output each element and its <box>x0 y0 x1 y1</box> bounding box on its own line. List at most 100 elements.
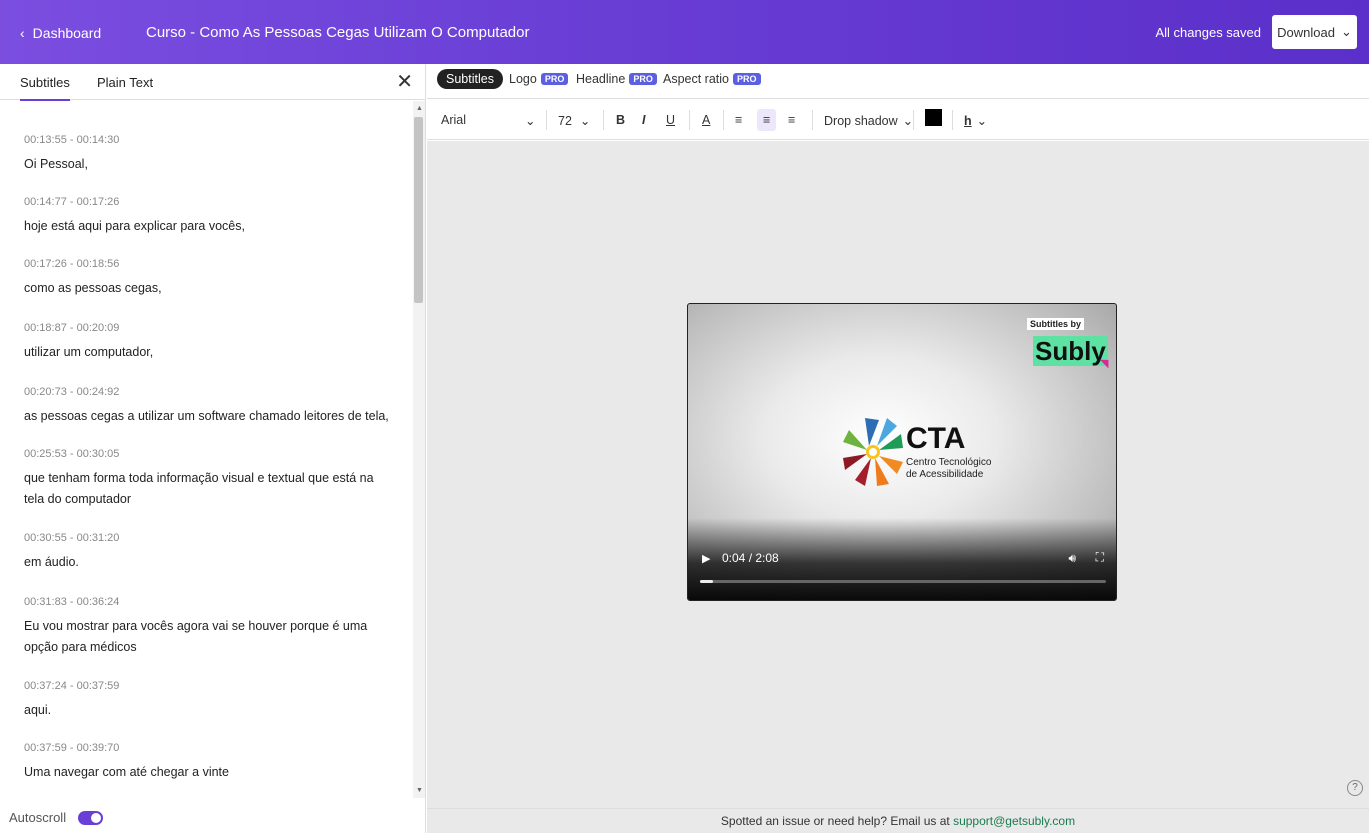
subtitle-time[interactable]: 00:25:53 - 00:30:05 <box>24 448 394 460</box>
autoscroll-toggle[interactable] <box>78 810 104 825</box>
support-email-link[interactable]: support@getsubly.com <box>953 814 1075 828</box>
subtitle-item[interactable]: 00:20:73 - 00:24:92 as pessoas cegas a u… <box>24 386 394 427</box>
subtitle-item[interactable]: 00:37:24 - 00:37:59 aqui. <box>24 680 394 721</box>
back-to-dashboard-button[interactable]: ‹ Dashboard <box>20 23 101 43</box>
subtitle-time[interactable]: 00:18:87 - 00:20:09 <box>24 322 394 334</box>
tab-headline[interactable]: Headline PRO <box>576 72 657 86</box>
subtitle-item[interactable]: 00:13:55 - 00:14:30 Oi Pessoal, <box>24 134 394 175</box>
cta-subtitle-line: Centro Tecnológico <box>906 457 992 468</box>
video-progress-fill <box>700 580 713 583</box>
subtitle-time[interactable]: 00:17:26 - 00:18:56 <box>24 258 394 270</box>
subtitle-item[interactable]: 00:17:26 - 00:18:56 como as pessoas cega… <box>24 258 394 299</box>
align-center-icon[interactable]: ≡ <box>757 109 777 131</box>
subtitle-time[interactable]: 00:31:83 - 00:36:24 <box>24 596 394 608</box>
panel-tabs: Subtitles Plain Text ✕ <box>0 64 425 101</box>
drop-shadow-select[interactable]: Drop shadow ⌄ <box>824 113 913 129</box>
tab-subtitles[interactable]: Subtitles <box>20 75 70 101</box>
autoscroll-label: Autoscroll <box>9 810 67 825</box>
bold-icon[interactable]: B <box>616 113 625 127</box>
cta-logo-icon <box>843 418 903 486</box>
cta-subtitle: Centro Tecnológico de Acessibilidade <box>906 457 991 481</box>
subtitle-text[interactable]: em áudio. <box>24 552 394 573</box>
scroll-up-icon[interactable]: ▲ <box>416 105 423 112</box>
subtitle-text[interactable]: as pessoas cegas a utilizar um software … <box>24 406 394 427</box>
font-select[interactable]: Arial <box>441 113 466 127</box>
chevron-down-icon: ⌄ <box>579 114 591 128</box>
subtitle-item[interactable]: 00:14:77 - 00:17:26 hoje está aqui para … <box>24 196 394 237</box>
video-time: 0:04 / 2:08 <box>722 551 779 565</box>
video-progress-bar[interactable] <box>700 580 1106 583</box>
subtitle-time[interactable]: 00:37:59 - 00:39:70 <box>24 742 394 754</box>
divider <box>546 110 547 130</box>
subtitle-panel: Subtitles Plain Text ✕ 00:13:55 - 00:14:… <box>0 64 426 833</box>
color-swatch[interactable] <box>925 109 942 126</box>
subtitle-time[interactable]: 00:37:24 - 00:37:59 <box>24 680 394 692</box>
background-style-select[interactable]: h ⌄ <box>964 113 988 129</box>
subtitle-text[interactable]: como as pessoas cegas, <box>24 278 394 299</box>
align-left-icon[interactable]: ≡ <box>735 113 742 127</box>
tab-label: Aspect ratio <box>663 72 730 86</box>
subtitle-text[interactable]: Uma navegar com até chegar a vinte <box>24 762 394 783</box>
tab-subtitles-style[interactable]: Subtitles <box>437 69 503 89</box>
watermark-caption: Subtitles by <box>1027 318 1085 330</box>
toggle-knob <box>91 812 102 823</box>
autoscroll-control: Autoscroll <box>9 810 104 825</box>
subtitle-text[interactable]: utilizar um computador, <box>24 342 394 363</box>
play-icon[interactable]: ▶ <box>702 552 710 565</box>
divider <box>723 110 724 130</box>
subtitle-text[interactable]: que tenham forma toda informação visual … <box>24 468 394 510</box>
top-bar: ‹ Dashboard Curso - Como As Pessoas Cega… <box>0 0 1369 64</box>
subtitle-item[interactable]: 00:25:53 - 00:30:05 que tenham forma tod… <box>24 448 394 510</box>
align-right-icon[interactable]: ≡ <box>788 113 795 127</box>
editor-tabs: Subtitles Logo PRO Headline PRO Aspect r… <box>427 64 1369 99</box>
divider <box>689 110 690 130</box>
back-label: Dashboard <box>32 25 102 41</box>
subtitle-text[interactable]: aqui. <box>24 700 394 721</box>
save-status: All changes saved <box>1155 25 1261 40</box>
tab-logo[interactable]: Logo PRO <box>509 72 569 86</box>
text-background-icon: h <box>964 113 972 128</box>
cta-title: CTA <box>906 422 966 455</box>
pro-badge: PRO <box>540 73 569 85</box>
chevron-left-icon: ‹ <box>20 25 25 41</box>
subtitle-list[interactable]: 00:13:55 - 00:14:30 Oi Pessoal, 00:14:77… <box>0 101 412 798</box>
chevron-down-icon: ⌄ <box>976 114 988 128</box>
underline-icon[interactable]: U <box>666 113 675 127</box>
cta-subtitle-line: de Acessibilidade <box>906 469 984 480</box>
subtitle-time[interactable]: 00:14:77 - 00:17:26 <box>24 196 394 208</box>
subtitle-text[interactable]: hoje está aqui para explicar para vocês, <box>24 216 394 237</box>
scroll-thumb[interactable] <box>414 117 423 303</box>
divider <box>913 110 914 130</box>
download-button[interactable]: Download ⌄ <box>1272 15 1357 49</box>
tab-aspect-ratio[interactable]: Aspect ratio PRO <box>663 72 761 86</box>
font-size-value: 72 <box>558 113 572 128</box>
subtitle-item[interactable]: 00:18:87 - 00:20:09 utilizar um computad… <box>24 322 394 363</box>
chevron-down-icon[interactable]: ⌄ <box>525 113 535 128</box>
subtitle-item[interactable]: 00:30:55 - 00:31:20 em áudio. <box>24 532 394 573</box>
drop-shadow-value: Drop shadow <box>824 113 898 128</box>
subtitle-item[interactable]: 00:31:83 - 00:36:24 Eu vou mostrar para … <box>24 596 394 658</box>
subtitle-time[interactable]: 00:30:55 - 00:31:20 <box>24 532 394 544</box>
subtitle-text[interactable]: Oi Pessoal, <box>24 154 394 175</box>
tab-label: Headline <box>576 72 626 86</box>
close-icon[interactable]: ✕ <box>396 69 413 94</box>
tab-plain-text[interactable]: Plain Text <box>97 75 153 90</box>
italic-icon[interactable]: I <box>642 113 645 127</box>
video-player[interactable]: Subtitles by Subly ◥ CTA Centro Tecnológ… <box>687 303 1117 601</box>
volume-icon[interactable]: 🔊︎ <box>1068 551 1076 566</box>
fullscreen-icon[interactable]: ⛶ <box>1096 550 1104 565</box>
subtitle-time[interactable]: 00:13:55 - 00:14:30 <box>24 134 394 146</box>
subtitle-time[interactable]: 00:20:73 - 00:24:92 <box>24 386 394 398</box>
subtitle-text[interactable]: Eu vou mostrar para vocês agora vai se h… <box>24 616 394 658</box>
pro-badge: PRO <box>629 73 657 85</box>
divider <box>952 110 953 130</box>
download-label: Download <box>1277 24 1335 40</box>
subtitle-scrollbar[interactable]: ▲ ▼ <box>413 101 425 798</box>
font-size-select[interactable]: 72 ⌄ <box>558 113 591 129</box>
cursor-icon: ◥ <box>1100 358 1109 370</box>
subtitle-item[interactable]: 00:37:59 - 00:39:70 Uma navegar com até … <box>24 742 394 783</box>
help-icon[interactable]: ? <box>1347 780 1363 796</box>
preview-canvas: Subtitles by Subly ◥ CTA Centro Tecnológ… <box>427 141 1369 808</box>
scroll-down-icon[interactable]: ▼ <box>416 787 423 794</box>
text-color-icon[interactable]: A <box>702 113 710 127</box>
